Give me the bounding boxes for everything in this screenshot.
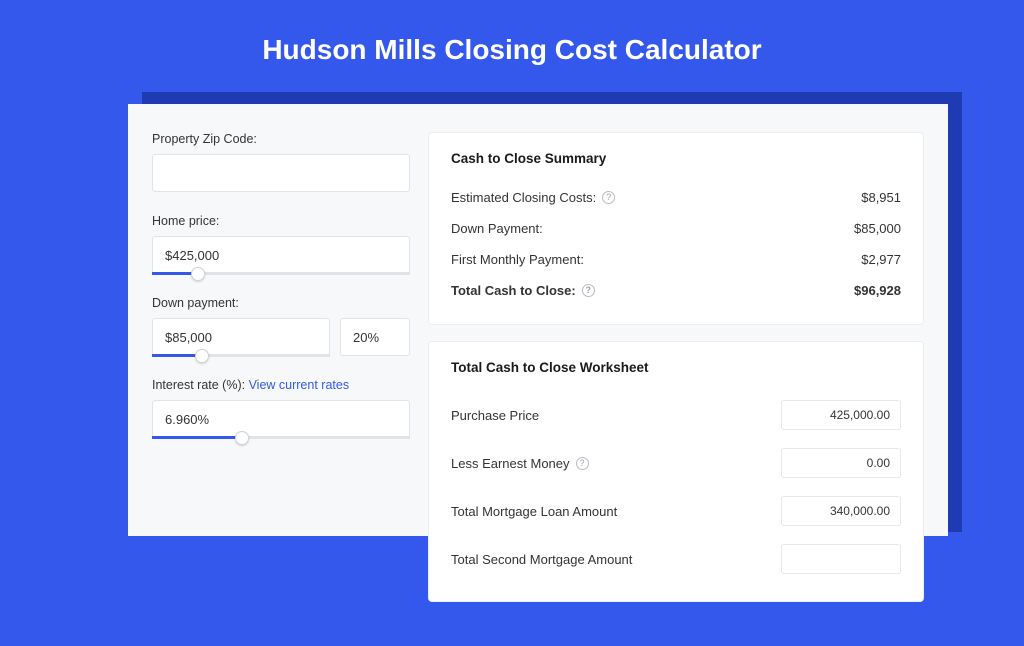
label-text: Less Earnest Money: [451, 456, 570, 471]
home-price-input[interactable]: [152, 236, 410, 274]
down-payment-input[interactable]: [152, 318, 330, 356]
worksheet-row-mortgage-amount: Total Mortgage Loan Amount: [451, 487, 901, 535]
ws-input-purchase-price[interactable]: [781, 400, 901, 430]
label-text: First Monthly Payment:: [451, 252, 584, 267]
zip-label: Property Zip Code:: [152, 132, 410, 146]
summary-label: First Monthly Payment:: [451, 252, 584, 267]
worksheet-row-second-mortgage: Total Second Mortgage Amount: [451, 535, 901, 583]
label-text: Down Payment:: [451, 221, 543, 236]
summary-card: Cash to Close Summary Estimated Closing …: [428, 132, 924, 325]
interest-input[interactable]: [152, 400, 410, 438]
calculator-panel: Property Zip Code: Home price: Down paym…: [128, 104, 948, 536]
interest-label-text: Interest rate (%):: [152, 378, 249, 392]
summary-row-closing-costs: Estimated Closing Costs: ? $8,951: [451, 182, 901, 213]
summary-value: $96,928: [854, 283, 901, 298]
input-column: Property Zip Code: Home price: Down paym…: [152, 132, 410, 618]
slider-thumb[interactable]: [191, 267, 205, 281]
calculator-stage: Property Zip Code: Home price: Down paym…: [128, 96, 948, 536]
worksheet-title: Total Cash to Close Worksheet: [451, 360, 901, 375]
ws-label: Total Mortgage Loan Amount: [451, 504, 617, 519]
page-title: Hudson Mills Closing Cost Calculator: [0, 0, 1024, 66]
slider-thumb[interactable]: [235, 431, 249, 445]
summary-value: $85,000: [854, 221, 901, 236]
interest-slider[interactable]: [152, 400, 410, 438]
worksheet-row-earnest-money: Less Earnest Money ?: [451, 439, 901, 487]
down-payment-row: [152, 318, 410, 356]
zip-group: Property Zip Code:: [152, 132, 410, 192]
home-price-slider[interactable]: [152, 236, 410, 274]
zip-input[interactable]: [152, 154, 410, 192]
worksheet-row-purchase-price: Purchase Price: [451, 391, 901, 439]
label-text: Purchase Price: [451, 408, 539, 423]
label-text: Estimated Closing Costs:: [451, 190, 596, 205]
help-icon[interactable]: ?: [582, 284, 595, 297]
ws-input-earnest-money[interactable]: [781, 448, 901, 478]
summary-label: Down Payment:: [451, 221, 543, 236]
ws-input-mortgage-amount[interactable]: [781, 496, 901, 526]
ws-label: Purchase Price: [451, 408, 539, 423]
ws-input-second-mortgage[interactable]: [781, 544, 901, 574]
interest-group: Interest rate (%): View current rates: [152, 378, 410, 438]
home-price-label: Home price:: [152, 214, 410, 228]
summary-row-first-payment: First Monthly Payment: $2,977: [451, 244, 901, 275]
summary-value: $8,951: [861, 190, 901, 205]
label-text: Total Mortgage Loan Amount: [451, 504, 617, 519]
worksheet-card: Total Cash to Close Worksheet Purchase P…: [428, 341, 924, 602]
label-text: Total Cash to Close:: [451, 283, 576, 298]
summary-title: Cash to Close Summary: [451, 151, 901, 166]
home-price-group: Home price:: [152, 214, 410, 274]
results-column: Cash to Close Summary Estimated Closing …: [428, 132, 924, 618]
slider-thumb[interactable]: [195, 349, 209, 363]
down-payment-label: Down payment:: [152, 296, 410, 310]
down-payment-slider[interactable]: [152, 318, 330, 356]
label-text: Total Second Mortgage Amount: [451, 552, 632, 567]
help-icon[interactable]: ?: [576, 457, 589, 470]
down-payment-group: Down payment:: [152, 296, 410, 356]
ws-label: Less Earnest Money ?: [451, 456, 589, 471]
down-payment-pct-input[interactable]: [340, 318, 410, 356]
summary-label: Estimated Closing Costs: ?: [451, 190, 615, 205]
interest-label: Interest rate (%): View current rates: [152, 378, 410, 392]
summary-row-down-payment: Down Payment: $85,000: [451, 213, 901, 244]
summary-value: $2,977: [861, 252, 901, 267]
ws-label: Total Second Mortgage Amount: [451, 552, 632, 567]
slider-fill: [152, 436, 242, 439]
view-rates-link[interactable]: View current rates: [249, 378, 350, 392]
summary-row-total: Total Cash to Close: ? $96,928: [451, 275, 901, 306]
summary-label: Total Cash to Close: ?: [451, 283, 595, 298]
help-icon[interactable]: ?: [602, 191, 615, 204]
content-row: Property Zip Code: Home price: Down paym…: [128, 104, 948, 646]
